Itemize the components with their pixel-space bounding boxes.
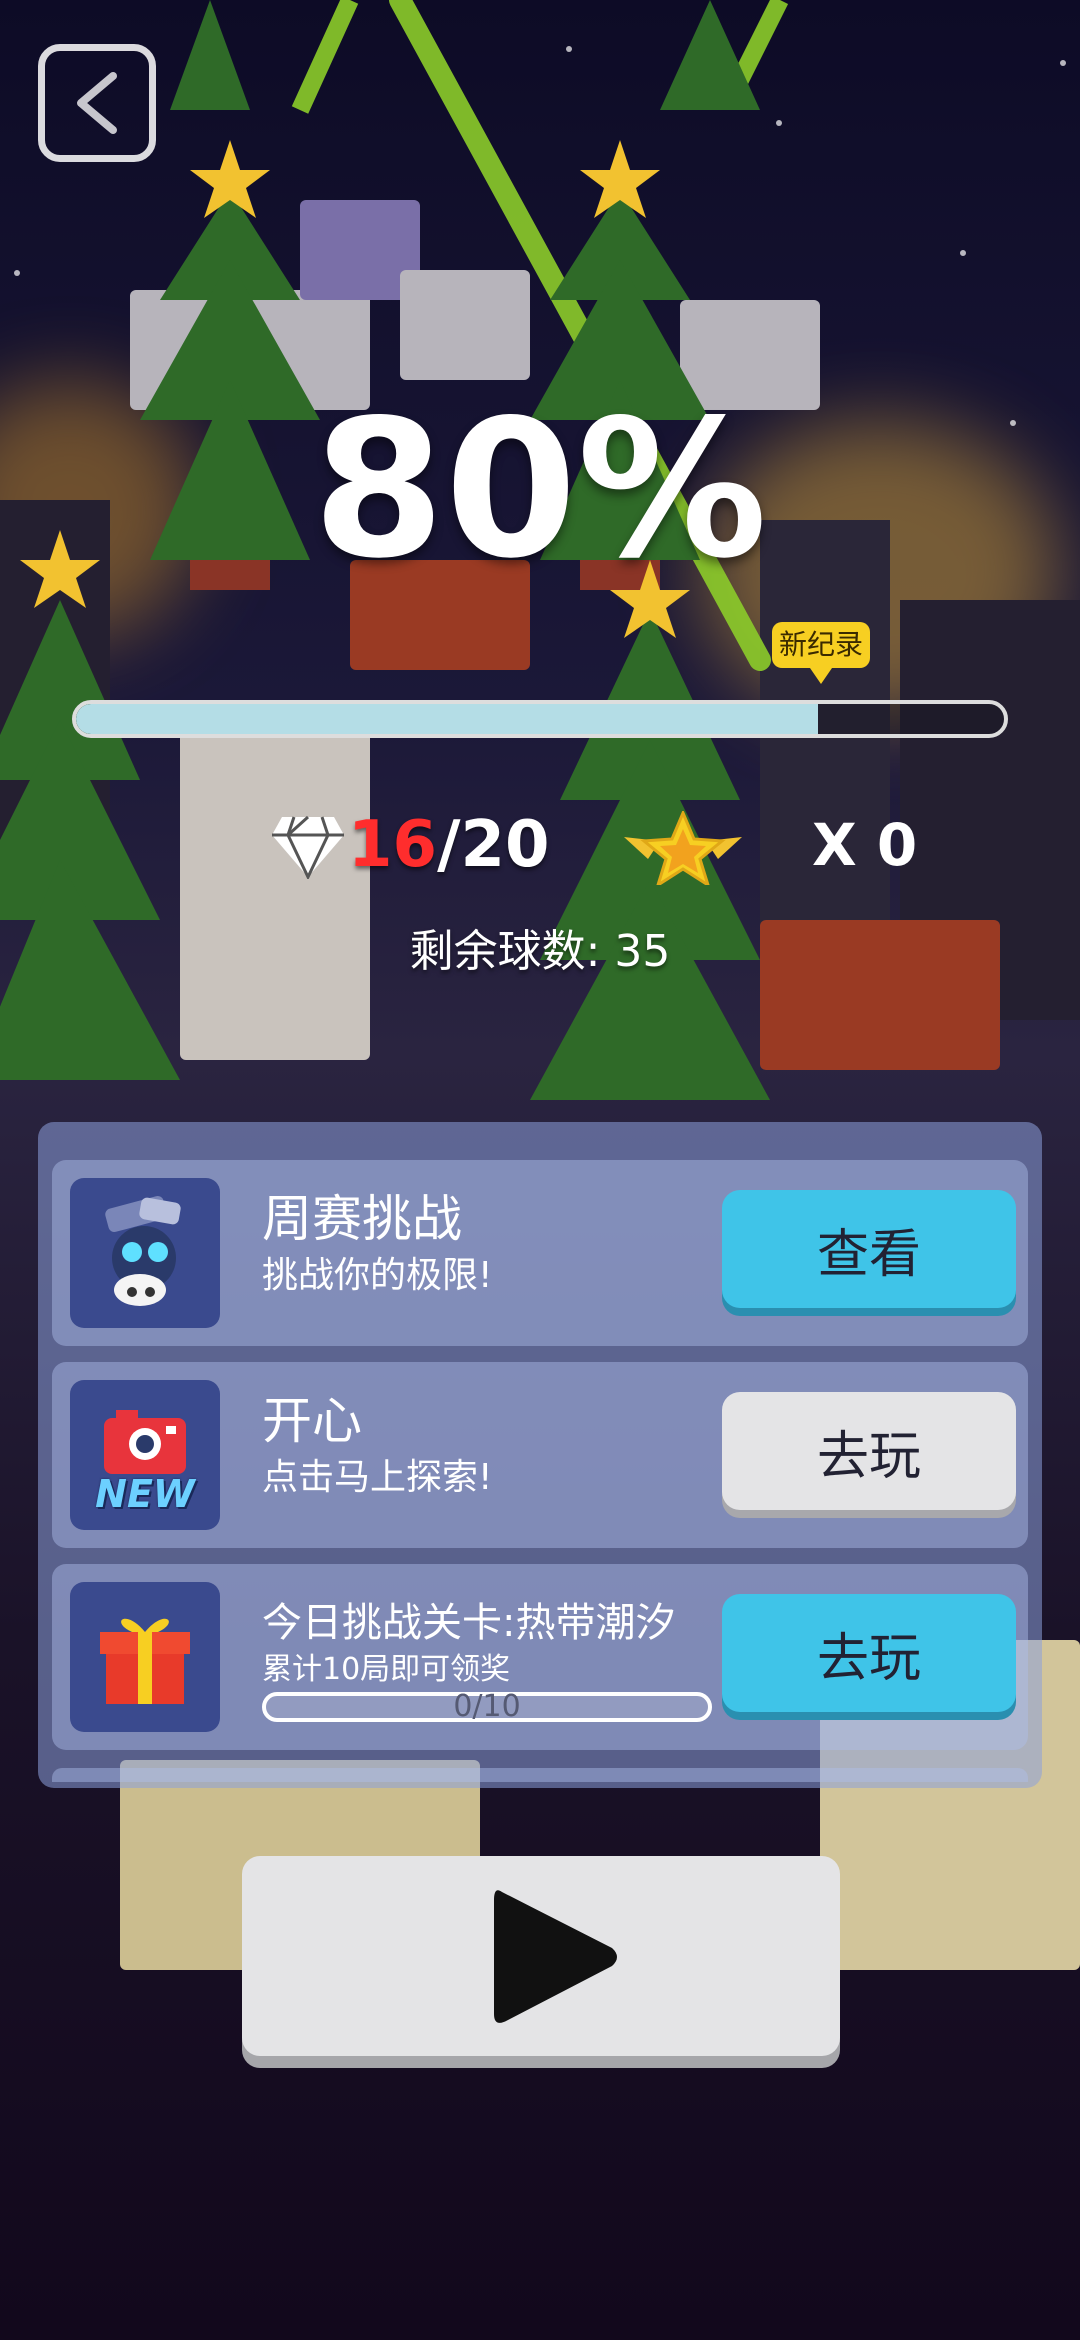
- play-task-button[interactable]: 去玩: [722, 1392, 1016, 1510]
- task-subtitle: 挑战你的极限!: [262, 1255, 493, 1296]
- gem-collected: 16: [348, 808, 438, 882]
- task-progress-bar: 0/10: [262, 1692, 712, 1722]
- new-camera-icon: NEW: [70, 1380, 220, 1530]
- play-daily-button[interactable]: 去玩: [722, 1594, 1016, 1712]
- progress-percent: 80%: [312, 379, 768, 600]
- level-progress-fill: [76, 704, 819, 734]
- new-label: NEW: [95, 1472, 195, 1516]
- task-progress-text: 0/10: [453, 1689, 521, 1724]
- star-icon: [624, 811, 742, 885]
- back-arrow-icon: [77, 72, 117, 134]
- task-row-weekly: 周赛挑战 挑战你的极限! 查看: [52, 1160, 1028, 1346]
- task-subtitle: 点击马上探索!: [262, 1457, 493, 1498]
- star-counter: X 0: [812, 811, 918, 879]
- task-subtitle: 累计10局即可领奖: [262, 1652, 511, 1687]
- task-row-daily: 今日挑战关卡:热带潮汐 累计10局即可领奖 0/10 去玩: [52, 1564, 1028, 1750]
- task-row-happy: NEW 开心 点击马上探索! 去玩: [52, 1362, 1028, 1548]
- play-icon: [494, 1890, 617, 2023]
- diamond-icon: [272, 815, 344, 879]
- play-button[interactable]: [242, 1856, 840, 2056]
- gem-counter: 16/20: [348, 805, 550, 885]
- task-title: 开心: [262, 1392, 362, 1450]
- next-row-peek: [52, 1768, 1028, 1782]
- remaining-balls: 剩余球数: 35: [409, 926, 671, 977]
- gift-icon: [70, 1582, 220, 1732]
- back-button[interactable]: [38, 44, 156, 162]
- gem-total: /20: [437, 808, 550, 882]
- stats-row: 16/20 X 0: [0, 805, 1080, 885]
- new-record-badge: 新纪录: [772, 622, 870, 684]
- task-title: 周赛挑战: [262, 1190, 462, 1248]
- christmas-trees: [0, 0, 770, 1100]
- robot-icon: [70, 1178, 220, 1328]
- game-screen: 80% 新纪录 16/20 X 0 剩余球数: 35 周赛挑战 挑战你的极限! …: [0, 0, 1080, 2340]
- task-panel: 周赛挑战 挑战你的极限! 查看 NEW 开心 点击马上探索! 去玩 今日挑战关卡…: [38, 1122, 1042, 1788]
- level-progress-bar: [72, 700, 1008, 738]
- view-button[interactable]: 查看: [722, 1190, 1016, 1308]
